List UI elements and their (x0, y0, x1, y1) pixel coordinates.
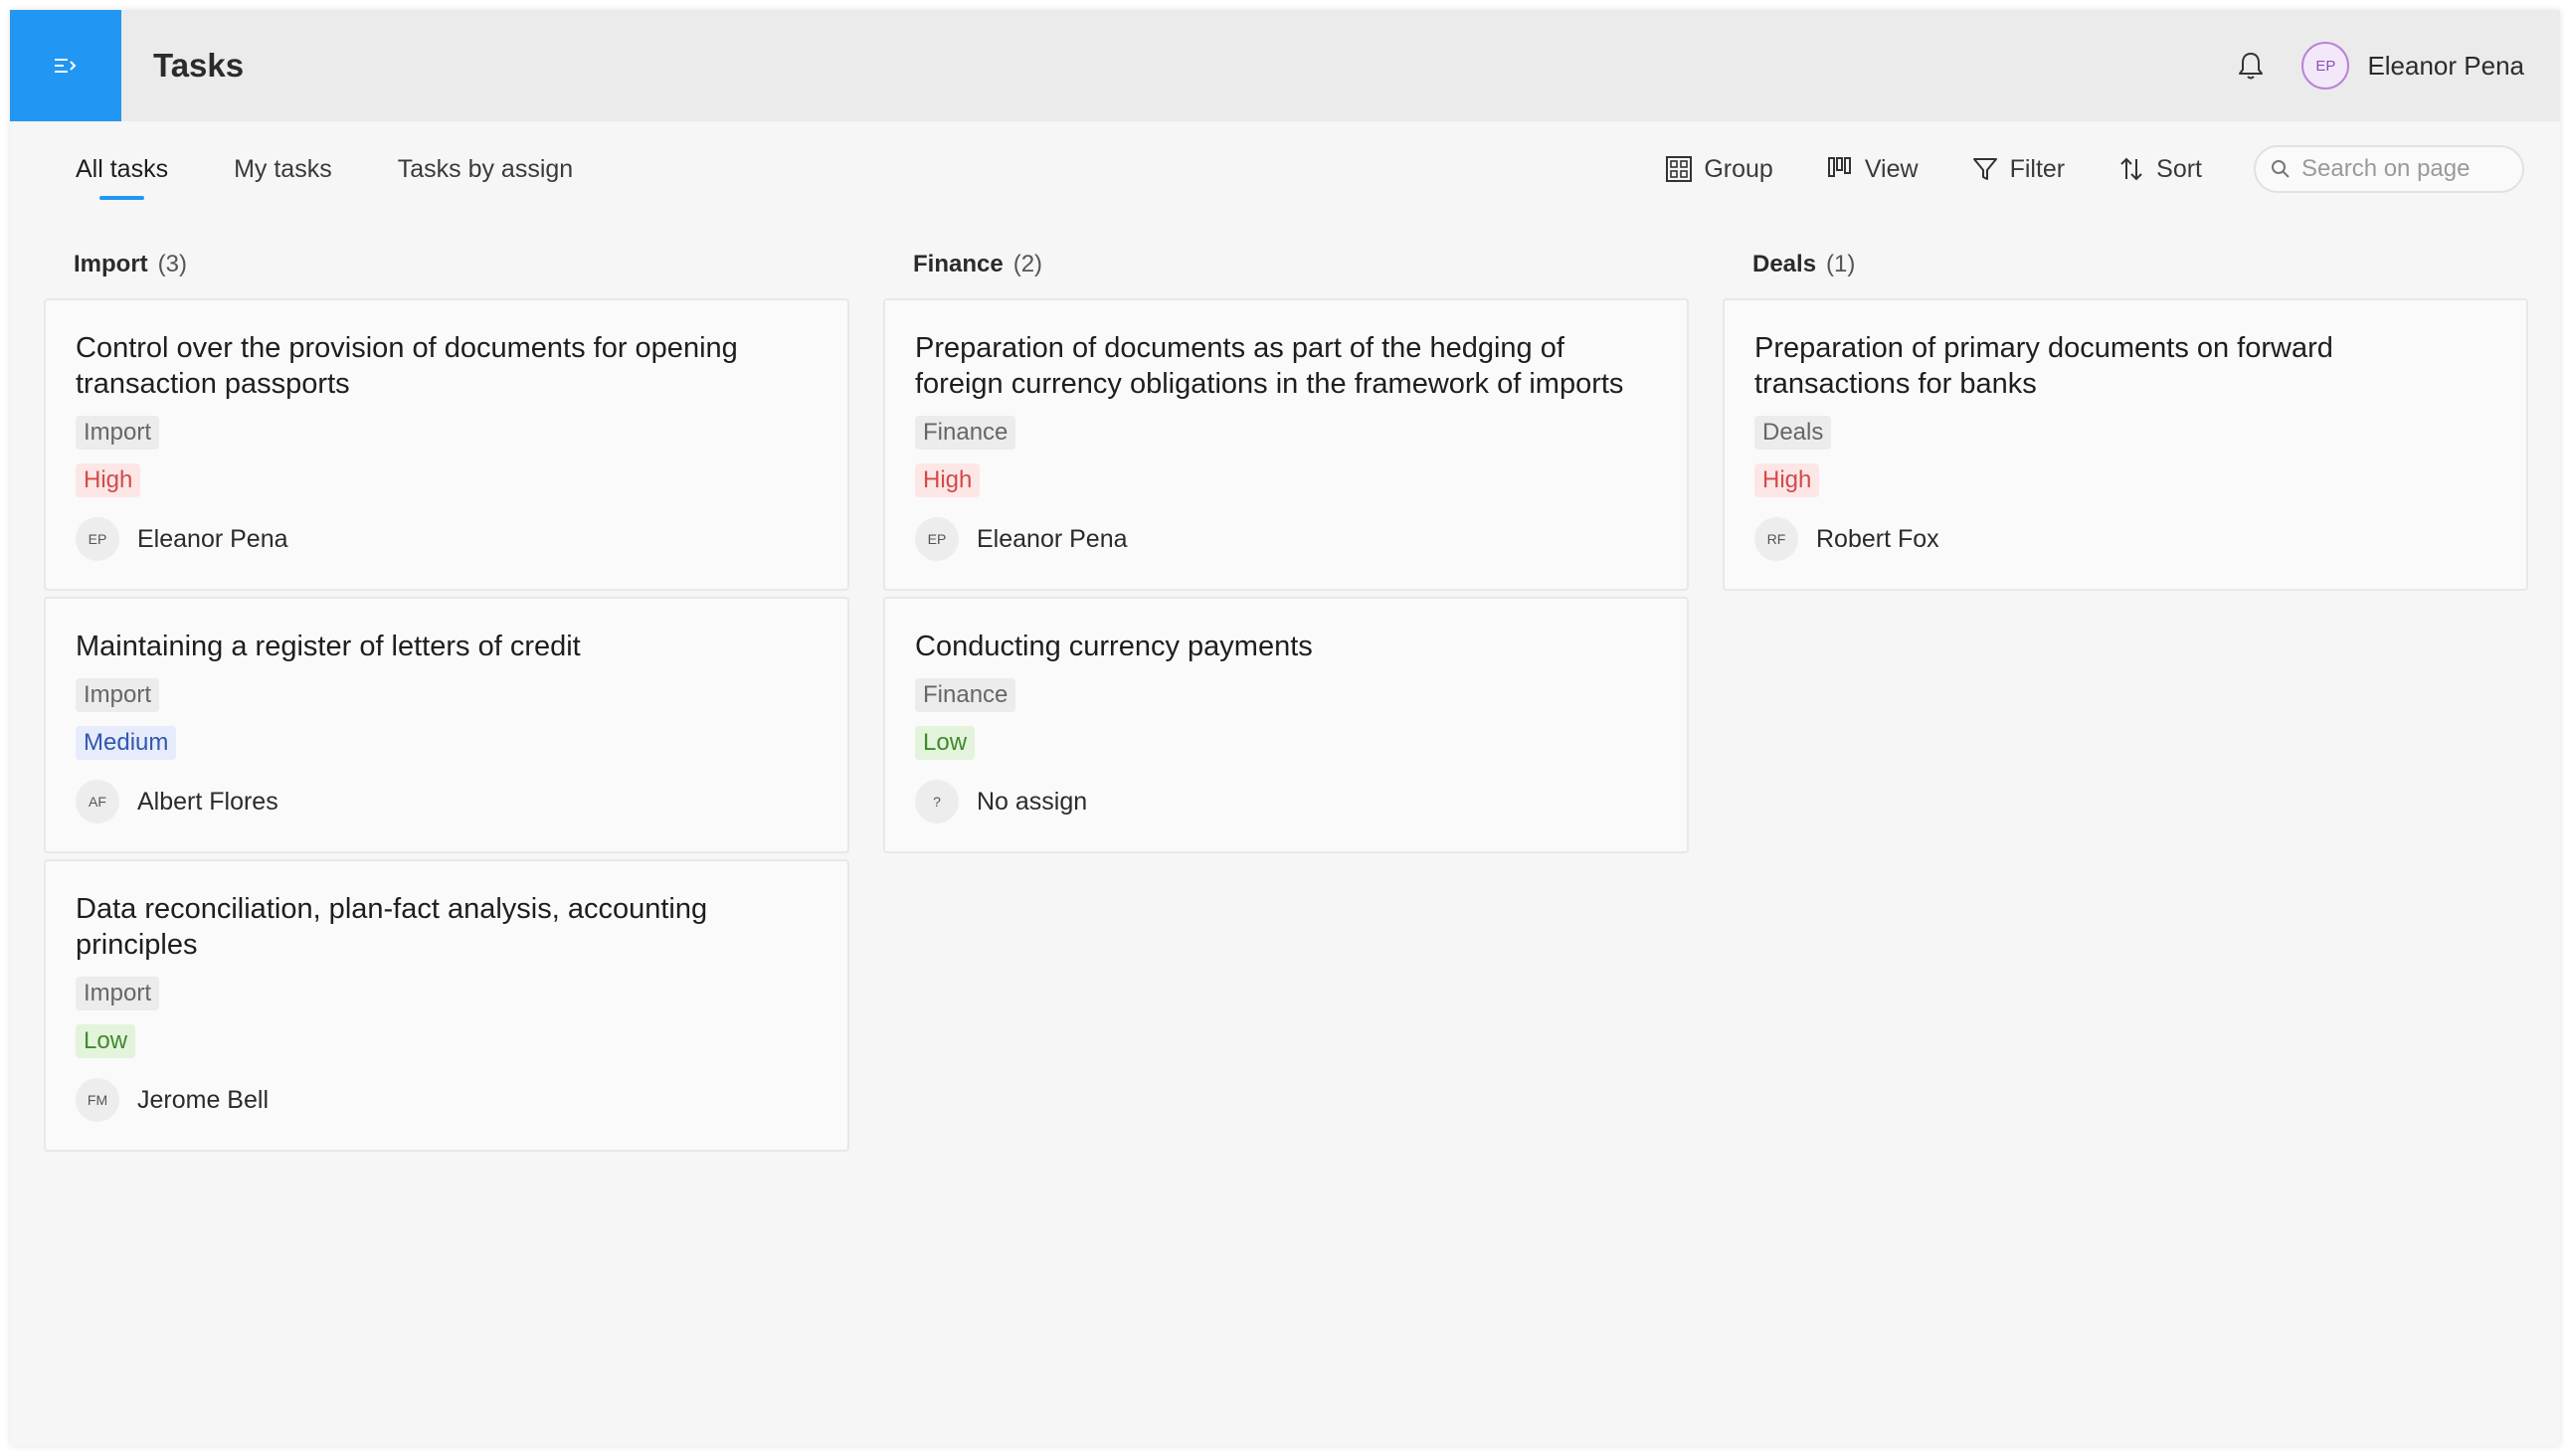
group-button[interactable]: Group (1664, 154, 1773, 184)
task-title: Control over the provision of documents … (76, 332, 738, 400)
assignee: EP Eleanor Pena (76, 517, 818, 561)
filter-label: Filter (2009, 154, 2066, 183)
assignee: RF Robert Fox (1754, 517, 2496, 561)
assignee-name: No assign (977, 787, 1088, 816)
category-tag: Finance (915, 416, 1016, 450)
task-title: Maintaining a register of letters of cre… (76, 631, 581, 662)
assignee: ? No assign (915, 780, 1657, 823)
priority-badge: Medium (76, 726, 177, 760)
group-icon (1666, 156, 1693, 182)
page-title: Tasks (153, 47, 245, 84)
assignee-name: Eleanor Pena (137, 524, 288, 553)
user-name[interactable]: Eleanor Pena (2367, 51, 2524, 82)
avatar: EP (915, 517, 959, 561)
tab-tasks-by-assign[interactable]: Tasks by assign (398, 149, 573, 190)
filter-button[interactable]: Filter (1970, 154, 2066, 184)
task-card[interactable]: Conducting currency payments Finance Low… (883, 597, 1689, 853)
column-header: Deals (1) (1723, 241, 2528, 288)
column-title: Import (74, 251, 148, 277)
column-header: Finance (2) (883, 241, 1689, 288)
priority-badge: Low (915, 726, 976, 760)
column-import: Import (3) Control over the provision of… (44, 241, 849, 1158)
avatar: RF (1754, 517, 1798, 561)
view-button[interactable]: View (1825, 154, 1919, 184)
header: Tasks EP Eleanor Pena (10, 10, 2560, 121)
column-count: (3) (157, 251, 188, 277)
column-finance: Finance (2) Preparation of documents as … (883, 241, 1689, 1158)
task-card[interactable]: Data reconciliation, plan-fact analysis,… (44, 859, 849, 1152)
task-title: Conducting currency payments (915, 631, 1313, 662)
tab-bar: All tasks My tasks Tasks by assign (76, 149, 639, 200)
view-columns-icon (1827, 157, 1851, 177)
header-right: EP Eleanor Pena (2234, 42, 2560, 90)
filter-icon (1972, 158, 1997, 180)
view-label: View (1864, 154, 1919, 183)
search-input[interactable] (2301, 155, 2510, 183)
column-title: Deals (1752, 251, 1817, 277)
avatar: AF (76, 780, 119, 823)
menu-button[interactable] (10, 10, 121, 121)
category-tag: Deals (1754, 416, 1832, 450)
category-tag: Import (76, 416, 160, 450)
user-avatar[interactable]: EP (2301, 42, 2350, 90)
task-card[interactable]: Control over the provision of documents … (44, 298, 849, 591)
priority-badge: High (915, 463, 981, 497)
column-count: (1) (1826, 251, 1856, 277)
task-card[interactable]: Preparation of documents as part of the … (883, 298, 1689, 591)
column-deals: Deals (1) Preparation of primary documen… (1723, 241, 2528, 1158)
task-board: Import (3) Control over the provision of… (44, 241, 2560, 1158)
assignee-name: Robert Fox (1816, 524, 1939, 553)
task-title: Data reconciliation, plan-fact analysis,… (76, 893, 708, 961)
task-card[interactable]: Maintaining a register of letters of cre… (44, 597, 849, 853)
group-label: Group (1704, 154, 1773, 183)
avatar: FM (76, 1078, 119, 1122)
sort-label: Sort (2156, 154, 2202, 183)
toolbar: All tasks My tasks Tasks by assign Group (10, 121, 2560, 217)
column-count: (2) (1012, 251, 1043, 277)
task-card[interactable]: Preparation of primary documents on forw… (1723, 298, 2528, 591)
priority-badge: High (76, 463, 141, 497)
sort-button[interactable]: Sort (2116, 154, 2202, 184)
search-icon (2272, 160, 2290, 178)
sort-icon (2120, 157, 2142, 181)
assignee-name: Eleanor Pena (977, 524, 1128, 553)
tab-my-tasks[interactable]: My tasks (234, 149, 332, 190)
tab-all-tasks[interactable]: All tasks (76, 149, 168, 200)
task-title: Preparation of documents as part of the … (915, 332, 1624, 400)
app-window: Tasks EP Eleanor Pena All tasks My tasks… (10, 10, 2560, 1446)
category-tag: Finance (915, 678, 1016, 712)
assignee: FM Jerome Bell (76, 1078, 818, 1122)
tools: Group View Filter Sort Search on page (1664, 145, 2560, 193)
avatar: EP (76, 517, 119, 561)
bell-icon[interactable] (2234, 49, 2268, 83)
assignee-name: Albert Flores (137, 787, 278, 816)
avatar: ? (915, 780, 959, 823)
menu-icon (55, 59, 77, 73)
category-tag: Import (76, 678, 160, 712)
category-tag: Import (76, 977, 160, 1010)
priority-badge: Low (76, 1024, 136, 1058)
assignee-name: Jerome Bell (137, 1085, 269, 1114)
priority-badge: High (1754, 463, 1820, 497)
assignee: AF Albert Flores (76, 780, 818, 823)
column-header: Import (3) (44, 241, 849, 288)
search-box[interactable] (2254, 145, 2524, 193)
column-title: Finance (913, 251, 1004, 277)
task-title: Preparation of primary documents on forw… (1754, 332, 2333, 400)
assignee: EP Eleanor Pena (915, 517, 1657, 561)
